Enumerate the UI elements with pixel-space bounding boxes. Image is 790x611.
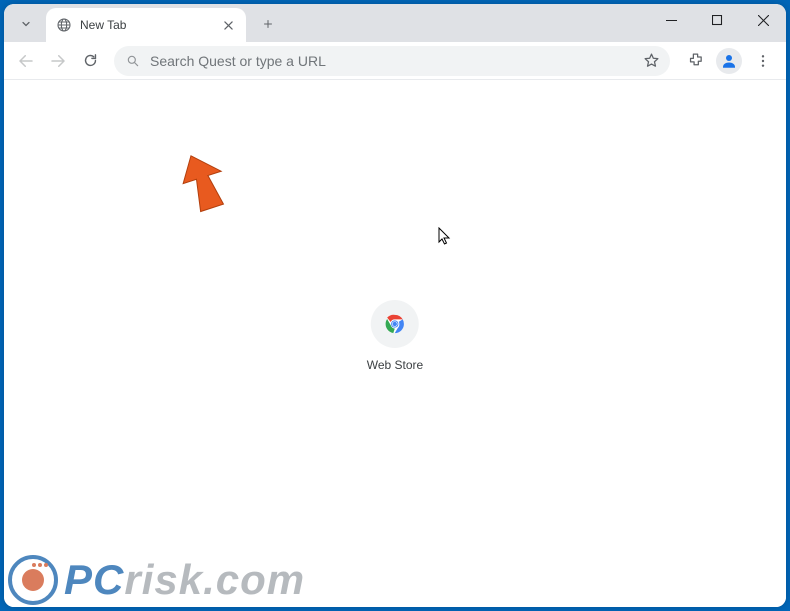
extension-icon bbox=[687, 52, 704, 69]
chevron-down-icon bbox=[20, 18, 32, 30]
titlebar: New Tab bbox=[4, 4, 786, 42]
minimize-icon bbox=[666, 15, 677, 26]
close-icon bbox=[758, 15, 769, 26]
reload-button[interactable] bbox=[76, 47, 104, 75]
avatar bbox=[716, 48, 742, 74]
toolbar bbox=[4, 42, 786, 80]
forward-button[interactable] bbox=[44, 47, 72, 75]
search-tabs-button[interactable] bbox=[12, 10, 40, 38]
star-icon bbox=[643, 52, 660, 69]
reload-icon bbox=[82, 52, 99, 69]
search-icon bbox=[126, 54, 140, 68]
globe-icon bbox=[56, 17, 72, 33]
more-vert-icon bbox=[755, 53, 771, 69]
minimize-button[interactable] bbox=[648, 4, 694, 36]
tab-title: New Tab bbox=[80, 18, 220, 32]
window-close-button[interactable] bbox=[740, 4, 786, 36]
shortcut-webstore[interactable] bbox=[371, 300, 419, 348]
shortcut-label: Web Store bbox=[367, 358, 423, 372]
arrow-right-icon bbox=[49, 52, 67, 70]
tab-close-button[interactable] bbox=[220, 17, 236, 33]
omnibox[interactable] bbox=[114, 46, 670, 76]
chrome-store-icon bbox=[384, 313, 406, 335]
content-area: Web Store bbox=[4, 80, 786, 607]
tab-active[interactable]: New Tab bbox=[46, 8, 246, 42]
arrow-left-icon bbox=[17, 52, 35, 70]
bookmark-button[interactable] bbox=[638, 48, 664, 74]
shortcuts-grid: Web Store bbox=[367, 300, 423, 372]
plus-icon bbox=[262, 18, 274, 30]
annotation-arrow-icon bbox=[170, 153, 226, 215]
address-input[interactable] bbox=[150, 53, 638, 69]
new-tab-button[interactable] bbox=[254, 10, 282, 38]
browser-window: New Tab bbox=[4, 4, 786, 607]
cursor-icon bbox=[438, 227, 452, 247]
person-icon bbox=[720, 52, 738, 70]
window-controls bbox=[648, 4, 786, 42]
maximize-button[interactable] bbox=[694, 4, 740, 36]
close-icon bbox=[224, 21, 233, 30]
profile-button[interactable] bbox=[714, 46, 744, 76]
back-button[interactable] bbox=[12, 47, 40, 75]
extensions-button[interactable] bbox=[680, 46, 710, 76]
menu-button[interactable] bbox=[748, 46, 778, 76]
maximize-icon bbox=[712, 15, 723, 26]
